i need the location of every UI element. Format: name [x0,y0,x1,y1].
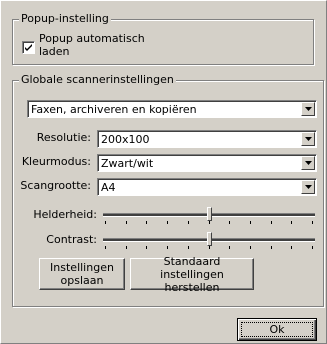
slider-tick [291,221,292,224]
scan-size-value: A4 [101,181,116,194]
slider-tick [167,221,168,224]
global-scanner-settings-group: Globale scannerinstellingen Faxen, archi… [12,73,324,307]
scan-size-label: Scangrootte: [20,179,91,192]
popup-settings-legend: Popup-instelling [19,12,111,26]
color-mode-dropdown-button[interactable] [301,156,315,170]
contrast-slider-thumb[interactable] [207,232,212,246]
slider-tick [146,246,147,249]
slider-tick [250,246,251,249]
restore-defaults-label-line2: herstellen [164,280,220,294]
slider-tick [312,221,313,224]
slider-tick [229,246,230,249]
scan-mode-dropdown-button[interactable] [301,102,315,116]
slider-tick [312,246,313,249]
resolution-label: Resolutie: [36,131,91,144]
save-settings-label-line2: opslaan [60,274,104,287]
chevron-down-icon [305,185,312,189]
slider-tick [167,246,168,249]
restore-defaults-label-line1: Standaard instellingen [160,254,224,281]
popup-auto-load-checkbox[interactable] [22,41,35,54]
brightness-label: Helderheid: [33,208,97,221]
color-mode-select[interactable]: Zwart/wit [97,154,317,172]
brightness-slider-thumb[interactable] [207,207,212,221]
scanner-settings-dialog: Popup-instelling Popup automatisch laden… [0,0,327,344]
scan-size-dropdown-button[interactable] [301,180,315,194]
chevron-down-icon [305,161,312,165]
slider-tick [146,221,147,224]
scan-mode-value: Faxen, archiveren en kopiëren [31,103,197,116]
slider-tick [105,221,106,224]
checkmark-icon [25,44,32,51]
restore-defaults-button[interactable]: Standaard instellingen herstellen [130,254,254,294]
slider-tick [271,221,272,224]
scan-size-select[interactable]: A4 [97,178,317,196]
slider-tick [271,246,272,249]
contrast-slider[interactable] [103,231,315,251]
slider-tick [126,246,127,249]
slider-tick [291,246,292,249]
chevron-down-icon [305,137,312,141]
slider-tick [188,221,189,224]
resolution-value: 200x100 [101,133,150,146]
popup-auto-load-label-line1: Popup automatisch [39,32,145,45]
ok-focus-rect [241,322,313,337]
popup-auto-load-label-line2: laden [39,45,70,58]
popup-settings-group: Popup-instelling Popup automatisch laden [12,12,314,65]
slider-tick [209,246,210,249]
color-mode-label: Kleurmodus: [21,155,91,168]
slider-tick [250,221,251,224]
color-mode-value: Zwart/wit [101,157,154,170]
slider-tick [126,221,127,224]
resolution-select[interactable]: 200x100 [97,130,317,148]
save-settings-button[interactable]: Instellingen opslaan [39,258,125,290]
global-scanner-settings-legend: Globale scannerinstellingen [19,73,176,87]
chevron-down-icon [305,107,312,111]
save-settings-label-line1: Instellingen [50,261,114,274]
slider-tick [188,246,189,249]
slider-tick [209,221,210,224]
slider-tick [229,221,230,224]
contrast-label: Contrast: [46,233,97,246]
resolution-dropdown-button[interactable] [301,132,315,146]
scan-mode-select[interactable]: Faxen, archiveren en kopiëren [27,100,317,118]
slider-tick [105,246,106,249]
ok-button[interactable]: Ok [237,318,317,341]
brightness-slider[interactable] [103,206,315,226]
